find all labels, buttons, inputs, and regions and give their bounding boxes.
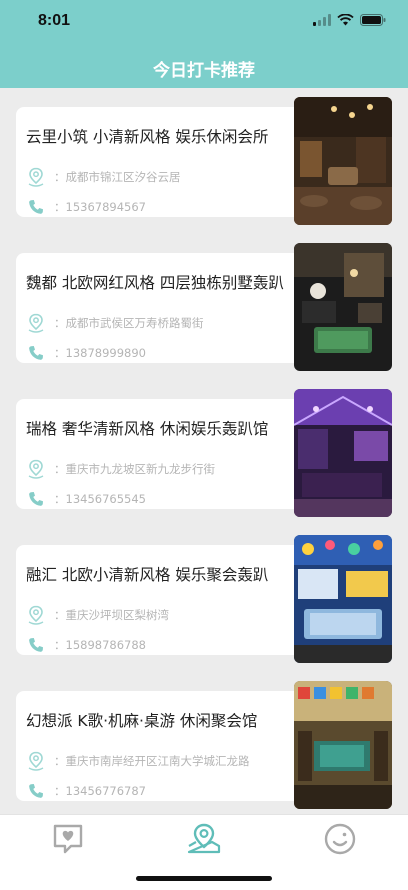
venue-address: ：成都市锦江区汐谷云居 [54, 170, 181, 184]
address-row: ：重庆沙坪坝区梨树湾 [26, 605, 169, 625]
venue-card-body[interactable]: 云里小筑 小清新风格 娱乐休闲会所 ：成都市锦江区汐谷云居 ：153678945… [16, 107, 306, 217]
address-row: ：成都市武侯区万寿桥路蜀街 [26, 313, 204, 333]
venue-card[interactable]: 云里小筑 小清新风格 娱乐休闲会所 ：成都市锦江区汐谷云居 ：153678945… [16, 97, 392, 225]
venue-photo[interactable] [294, 97, 392, 225]
address-row: ：重庆市九龙坡区新九龙步行街 [26, 459, 215, 479]
top-header: 8:01 今日打卡推荐 [0, 0, 408, 88]
phone-icon [26, 197, 46, 217]
venue-title: 瑞格 奢华清新风格 休闲娱乐轰趴馆 [26, 420, 269, 438]
status-icons [313, 14, 386, 26]
location-pin-icon [26, 751, 46, 771]
location-pin-icon [26, 605, 46, 625]
venue-photo[interactable] [294, 389, 392, 517]
tab-profile[interactable] [320, 821, 360, 857]
venue-card-body[interactable]: 魏都 北欧网红风格 四层独栋别墅轰趴 ：成都市武侯区万寿桥路蜀街 ：138789… [16, 253, 306, 363]
venue-card-body[interactable]: 幻想派 K歌·机麻·桌游 休闲聚会馆 ：重庆市南岸经开区江南大学城汇龙路 ：13… [16, 691, 306, 801]
phone-row: ：13456776787 [26, 781, 146, 801]
venue-phone: ：13456776787 [54, 784, 146, 798]
location-pin-icon [26, 313, 46, 333]
phone-icon [26, 781, 46, 801]
signal-icon [313, 14, 331, 26]
tab-favorites[interactable] [48, 821, 88, 857]
venue-phone: ：15367894567 [54, 200, 146, 214]
venue-card[interactable]: 瑞格 奢华清新风格 休闲娱乐轰趴馆 ：重庆市九龙坡区新九龙步行街 ：134567… [16, 389, 392, 517]
venue-card-body[interactable]: 瑞格 奢华清新风格 休闲娱乐轰趴馆 ：重庆市九龙坡区新九龙步行街 ：134567… [16, 399, 306, 509]
venue-address: ：重庆沙坪坝区梨树湾 [54, 608, 169, 622]
venue-photo[interactable] [294, 535, 392, 663]
heart-chat-icon [53, 824, 83, 854]
venue-photo[interactable] [294, 681, 392, 809]
venue-title: 魏都 北欧网红风格 四层独栋别墅轰趴 [26, 274, 284, 292]
venue-phone: ：13456765545 [54, 492, 146, 506]
phone-row: ：13456765545 [26, 489, 146, 509]
venue-phone: ：13878999890 [54, 346, 146, 360]
map-pin-icon [187, 823, 221, 854]
venue-title: 幻想派 K歌·机麻·桌游 休闲聚会馆 [26, 712, 258, 730]
venue-phone: ：15898786788 [54, 638, 146, 652]
phone-icon [26, 489, 46, 509]
venue-card[interactable]: 魏都 北欧网红风格 四层独栋别墅轰趴 ：成都市武侯区万寿桥路蜀街 ：138789… [16, 243, 392, 371]
location-pin-icon [26, 459, 46, 479]
status-bar: 8:01 [0, 0, 408, 44]
page-title: 今日打卡推荐 [153, 61, 255, 81]
phone-row: ：13878999890 [26, 343, 146, 363]
venue-card[interactable]: 幻想派 K歌·机麻·桌游 休闲聚会馆 ：重庆市南岸经开区江南大学城汇龙路 ：13… [16, 681, 392, 809]
location-pin-icon [26, 167, 46, 187]
venue-address: ：重庆市九龙坡区新九龙步行街 [54, 462, 215, 476]
phone-icon [26, 343, 46, 363]
wifi-icon [337, 14, 354, 26]
phone-icon [26, 635, 46, 655]
phone-row: ：15898786788 [26, 635, 146, 655]
status-time: 8:01 [38, 12, 71, 29]
venue-list[interactable]: 云里小筑 小清新风格 娱乐休闲会所 ：成都市锦江区汐谷云居 ：153678945… [0, 88, 408, 814]
smile-icon [324, 823, 356, 855]
venue-photo[interactable] [294, 243, 392, 371]
address-row: ：重庆市南岸经开区江南大学城汇龙路 [26, 751, 250, 771]
tab-discover[interactable] [184, 821, 224, 857]
battery-icon [360, 14, 386, 26]
venue-title: 融汇 北欧小清新风格 娱乐聚会轰趴 [26, 566, 269, 584]
venue-card-body[interactable]: 融汇 北欧小清新风格 娱乐聚会轰趴 ：重庆沙坪坝区梨树湾 ：1589878678… [16, 545, 306, 655]
venue-address: ：重庆市南岸经开区江南大学城汇龙路 [54, 754, 250, 768]
venue-address: ：成都市武侯区万寿桥路蜀街 [54, 316, 204, 330]
phone-row: ：15367894567 [26, 197, 146, 217]
venue-title: 云里小筑 小清新风格 娱乐休闲会所 [26, 128, 269, 146]
venue-card[interactable]: 融汇 北欧小清新风格 娱乐聚会轰趴 ：重庆沙坪坝区梨树湾 ：1589878678… [16, 535, 392, 663]
home-indicator[interactable] [136, 876, 272, 881]
address-row: ：成都市锦江区汐谷云居 [26, 167, 181, 187]
